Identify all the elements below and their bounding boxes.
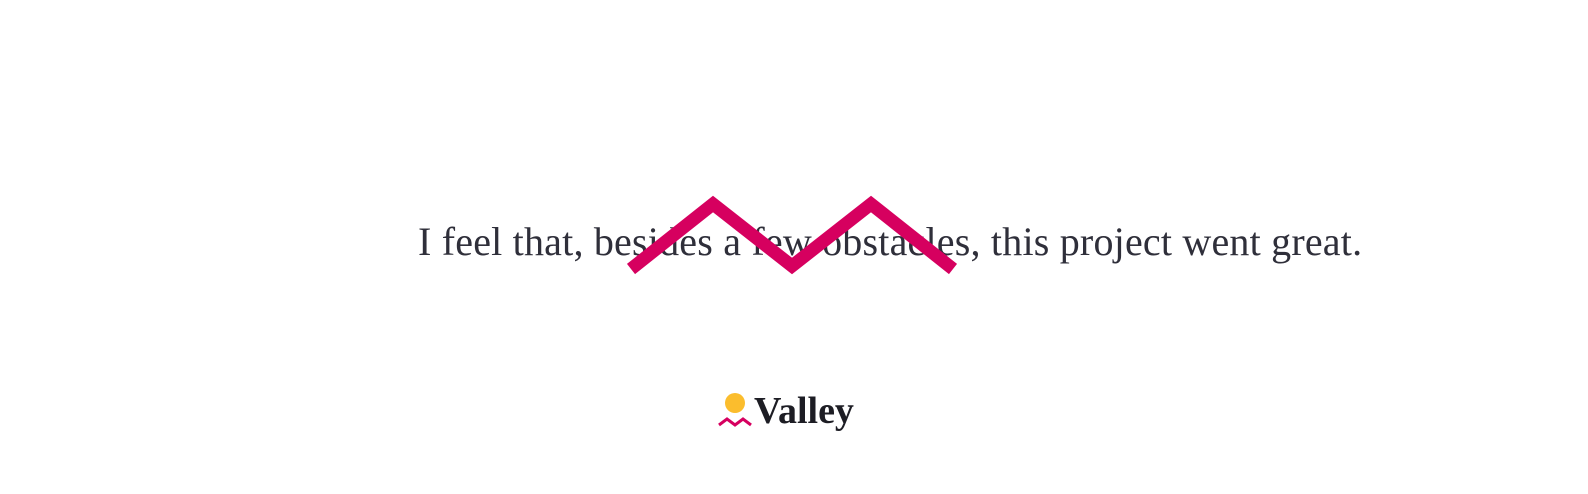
brand-name: Valley xyxy=(754,390,854,432)
quote-text: I feel that, besides a few obstacles, th… xyxy=(418,219,1363,264)
valley-logo-icon xyxy=(718,393,752,427)
slide-canvas: I feel that, besides a few obstacles, th… xyxy=(0,0,1588,494)
brand-logo: Valley xyxy=(716,388,854,434)
